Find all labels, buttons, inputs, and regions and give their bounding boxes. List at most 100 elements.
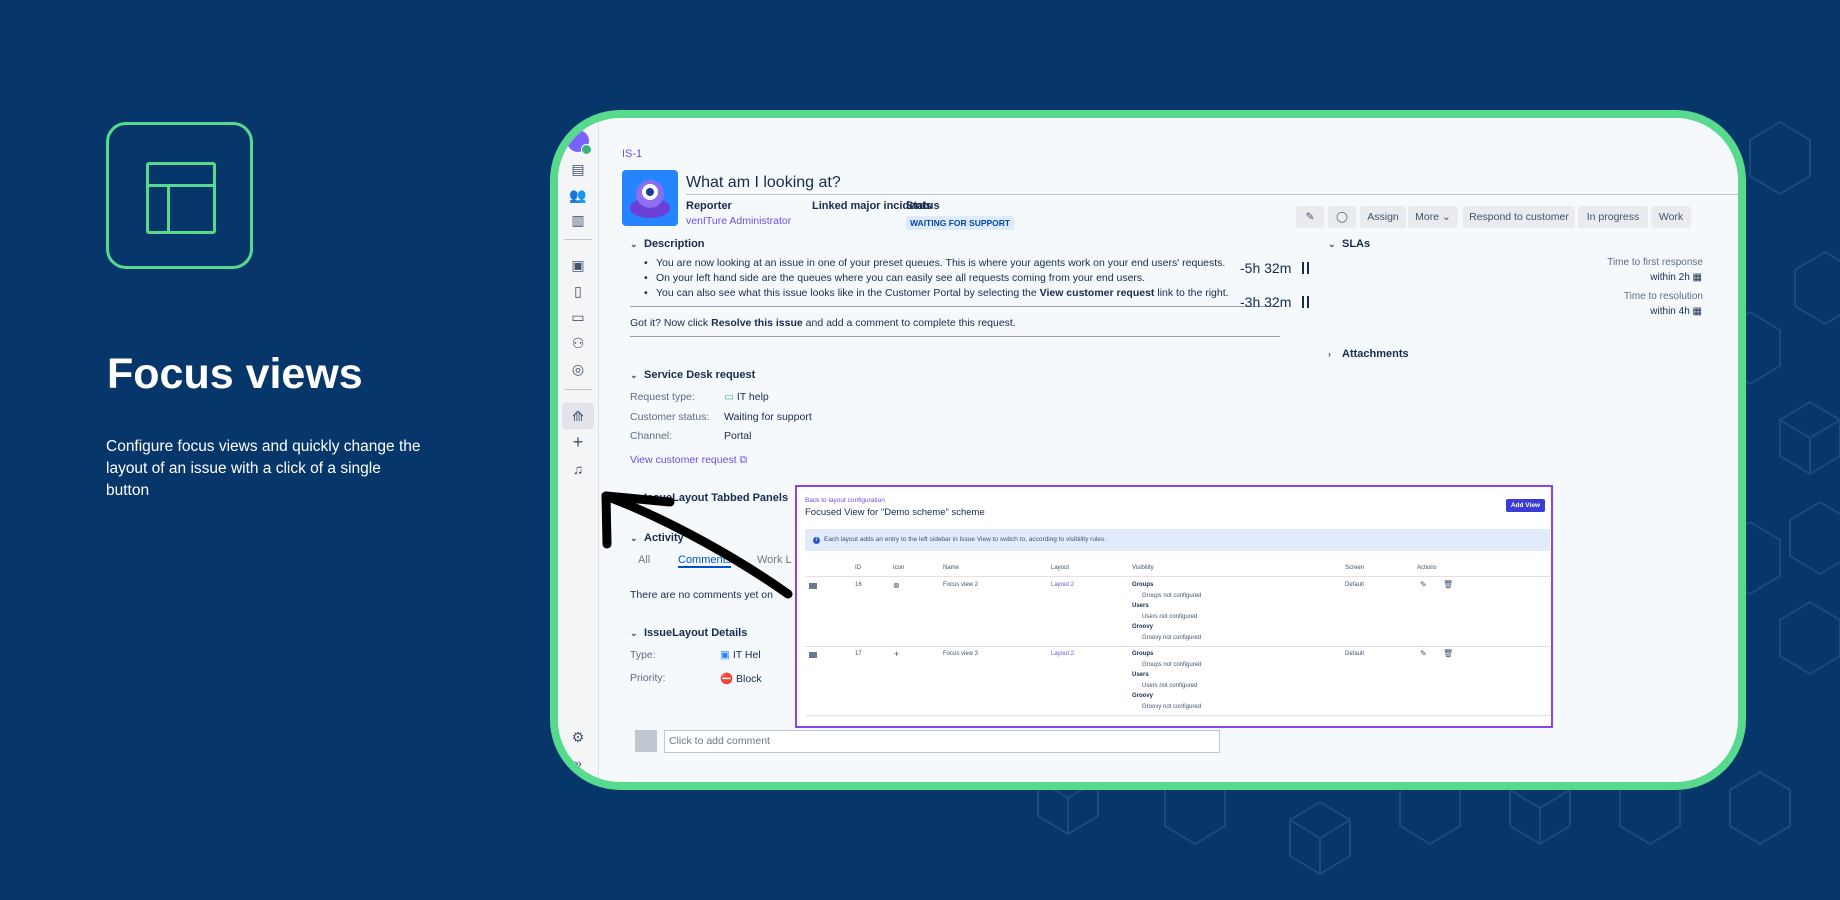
monitor-icon[interactable]: ▭ <box>569 308 587 326</box>
respond-to-customer-button[interactable]: Respond to customer <box>1463 206 1575 228</box>
got-it-bold: Resolve this issue <box>711 317 803 329</box>
workflow-button[interactable]: Work <box>1651 206 1691 228</box>
raise-request-icon[interactable]: ▣ <box>569 256 587 274</box>
delete-trash-icon[interactable]: 🗑 <box>1443 580 1453 589</box>
table-cell-layout-link[interactable]: Layout 2 <box>1051 582 1074 588</box>
column-header-screen: Screen <box>1345 565 1365 571</box>
visibility-users-value: Users not configured <box>1142 683 1198 689</box>
visibility-groovy: Groovy <box>1132 624 1154 630</box>
promo-description: Configure focus views and quickly change… <box>106 438 421 499</box>
visibility-groovy: Groovy <box>1132 693 1154 699</box>
sidebar-divider <box>564 239 592 240</box>
visibility-users: Users <box>1132 603 1149 609</box>
reports-icon[interactable]: ▥ <box>569 211 587 229</box>
type-value: ▣ IT Hel <box>720 649 761 661</box>
slas-heading[interactable]: ⌄ SLAs <box>1328 238 1370 250</box>
in-progress-button[interactable]: In progress <box>1578 206 1648 228</box>
slas-heading-text: SLAs <box>1342 238 1371 250</box>
bullet-text-post: link to the right. <box>1154 287 1229 299</box>
chevron-down-icon: ⌄ <box>630 628 638 638</box>
chevron-down-icon: ⌄ <box>1442 211 1451 223</box>
view-customer-request-text: View customer request <box>630 454 737 466</box>
header-divider <box>805 576 1550 577</box>
music-icon[interactable]: ♫ <box>569 460 587 478</box>
tab-all[interactable]: All <box>638 554 650 566</box>
reporter-value[interactable]: venITure Administrator <box>686 215 791 227</box>
reporter-label: Reporter <box>686 200 732 212</box>
description-heading[interactable]: ⌄ Description <box>630 238 705 250</box>
customers-icon[interactable]: 👥 <box>569 186 587 204</box>
page-icon[interactable]: ▯ <box>569 282 587 300</box>
table-cell-id: 17 <box>855 651 862 657</box>
x-circle-icon: ⊗ <box>893 581 900 590</box>
column-header-id: ID <box>855 565 861 571</box>
status-dot-icon <box>581 144 592 155</box>
comment-icon: ◯ <box>1336 211 1348 223</box>
activity-heading-text: Activity <box>644 532 684 544</box>
assign-button[interactable]: Assign <box>1360 206 1406 228</box>
got-it-pre: Got it? Now click <box>630 317 712 329</box>
blocker-icon: ⛔ <box>720 673 734 685</box>
table-cell-screen: Default <box>1345 651 1365 657</box>
sla-within: within 4h ▦ <box>1650 306 1702 317</box>
plus-icon: + <box>894 649 900 659</box>
tab-comments[interactable]: Comments <box>678 554 732 568</box>
add-comment-input[interactable]: Click to add comment <box>664 730 1220 753</box>
description-heading-text: Description <box>644 238 705 250</box>
column-header-actions: Actions <box>1417 565 1437 571</box>
status-badge[interactable]: WAITING FOR SUPPORT <box>906 216 1015 230</box>
status-label: Status <box>906 200 940 212</box>
priority-label: Priority: <box>630 672 666 684</box>
request-type-label: Request type: <box>630 391 695 403</box>
service-desk-heading-text: Service Desk request <box>644 369 756 381</box>
sla-within-text: within 4h <box>1650 306 1690 317</box>
view-customer-request-link[interactable]: View customer request ⧉ <box>630 454 747 467</box>
issue-avatar <box>622 170 678 226</box>
it-help-icon: ▣ <box>720 649 730 661</box>
visibility-users: Users <box>1132 672 1149 678</box>
sla-time: -5h 32m <box>1240 260 1292 276</box>
attachments-heading[interactable]: › Attachments <box>1328 348 1409 360</box>
comment-button[interactable]: ◯ <box>1328 206 1356 228</box>
more-label: More <box>1415 211 1440 223</box>
sla-within-text: within 2h <box>1650 272 1690 283</box>
description-bullet: You are now looking at an issue in one o… <box>644 257 1225 269</box>
priority-text: Block <box>736 673 762 685</box>
queues-icon[interactable]: ▤ <box>569 160 587 178</box>
column-header-layout: Layout <box>1051 565 1070 571</box>
add-user-icon[interactable]: ⚇ <box>569 334 587 352</box>
table-cell-layout-link[interactable]: Layout 2 <box>1051 651 1074 657</box>
table-cell-name: Focus view 2 <box>943 582 979 588</box>
description-bullet: On your left hand side are the queues wh… <box>644 272 1145 284</box>
edit-button[interactable]: ✎ <box>1296 206 1324 228</box>
drag-handle-icon[interactable] <box>809 652 817 658</box>
column-header-name: Name <box>943 565 960 571</box>
bullet-text-bold: View customer request <box>1039 287 1155 299</box>
issue-key[interactable]: IS-1 <box>622 148 642 160</box>
description-divider <box>630 306 1280 307</box>
service-desk-heading[interactable]: ⌄ Service Desk request <box>630 369 755 381</box>
info-text: Each layout adds an entry to the left si… <box>824 536 1107 543</box>
info-banner: i Each layout adds an entry to the left s… <box>805 529 1550 551</box>
edit-pencil-icon[interactable]: ✎ <box>1420 580 1427 589</box>
pencil-icon: ✎ <box>1305 211 1315 223</box>
edit-pencil-icon[interactable]: ✎ <box>1420 649 1427 658</box>
priority-value: ⛔ Block <box>720 672 762 685</box>
compass-icon[interactable]: ◎ <box>569 360 587 378</box>
activity-heading[interactable]: ⌄ Activity <box>630 532 684 544</box>
add-view-button[interactable]: Add View <box>1505 499 1545 512</box>
customer-status-value: Waiting for support <box>724 411 812 423</box>
more-button[interactable]: More ⌄ <box>1408 206 1458 228</box>
settings-icon[interactable]: ⚙ <box>569 728 587 746</box>
calendar-icon: ▦ <box>1692 272 1702 283</box>
back-to-layout-link[interactable]: Back to layout configuration <box>805 497 885 504</box>
expand-sidebar-icon[interactable]: » <box>569 754 587 772</box>
delete-trash-icon[interactable]: 🗑 <box>1443 649 1453 658</box>
tabbed-panels-heading[interactable]: ⌄ IssueLayout Tabbed Panels <box>630 492 788 504</box>
drag-handle-icon[interactable] <box>809 583 817 589</box>
focus-view-icon[interactable]: ⟰ <box>569 407 587 425</box>
plus-icon[interactable]: + <box>569 433 587 451</box>
tab-work-log[interactable]: Work L <box>757 554 792 566</box>
attachments-heading-text: Attachments <box>1342 348 1409 360</box>
issue-layout-details-heading[interactable]: ⌄ IssueLayout Details <box>630 627 747 639</box>
